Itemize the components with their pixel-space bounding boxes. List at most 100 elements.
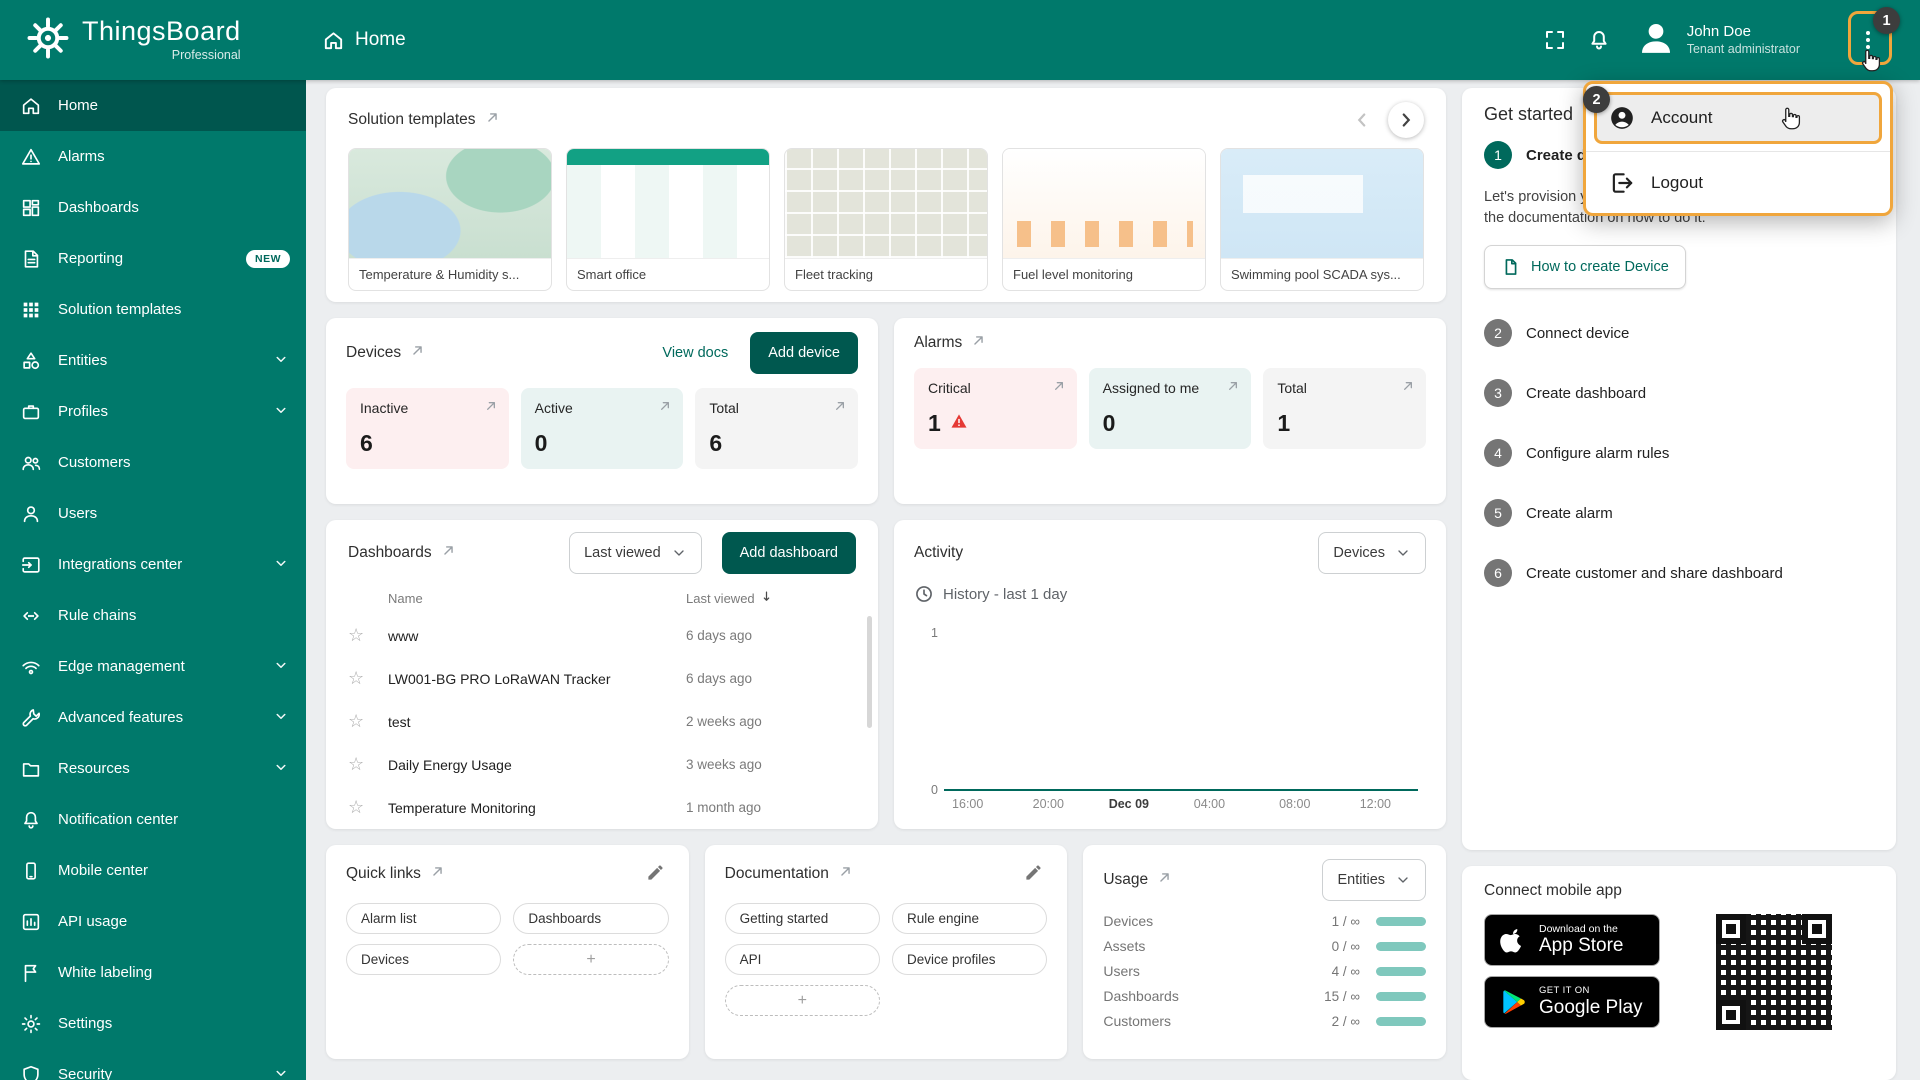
- menu-item-logout[interactable]: Logout: [1586, 159, 1890, 207]
- external-link-icon: [1225, 378, 1241, 399]
- sidebar-item-solution-templates[interactable]: Solution templates: [0, 284, 306, 335]
- external-link-icon[interactable]: [1156, 869, 1173, 891]
- solution-template-card[interactable]: Smart office: [566, 148, 770, 291]
- edit-quick-links-button[interactable]: [642, 859, 669, 889]
- app-store-badge[interactable]: Download on the App Store: [1484, 914, 1660, 966]
- code-icon: [20, 605, 42, 627]
- sidebar-item-alarms[interactable]: Alarms: [0, 131, 306, 182]
- external-link-icon[interactable]: [409, 342, 426, 364]
- column-header-name[interactable]: Name: [388, 591, 686, 606]
- external-link-icon[interactable]: [837, 863, 854, 885]
- sidebar-item-white-labeling[interactable]: White labeling: [0, 947, 306, 998]
- quick-link-alarm-list[interactable]: Alarm list: [346, 903, 501, 934]
- edit-documentation-button[interactable]: [1020, 859, 1047, 889]
- quick-link-dashboards[interactable]: Dashboards: [513, 903, 668, 934]
- column-header-last-viewed[interactable]: Last viewed: [686, 589, 856, 607]
- step-create-customer[interactable]: 6 Create customer and share dashboard: [1484, 543, 1874, 603]
- sidebar-item-reporting[interactable]: Reporting NEW: [0, 233, 306, 284]
- usage-entity-select[interactable]: Entities: [1322, 859, 1426, 901]
- table-row[interactable]: ☆ Daily Energy Usage 3 weeks ago: [348, 743, 856, 786]
- view-docs-button[interactable]: View docs: [648, 335, 742, 371]
- table-row[interactable]: ☆ www 6 days ago: [348, 614, 856, 657]
- sort-select[interactable]: Last viewed: [569, 532, 702, 574]
- step-connect-device[interactable]: 2 Connect device: [1484, 303, 1874, 363]
- chevron-down-icon: [272, 401, 290, 423]
- sidebar-item-home[interactable]: Home: [0, 80, 306, 131]
- new-badge: NEW: [246, 250, 290, 268]
- pencil-icon: [646, 863, 665, 882]
- star-icon[interactable]: ☆: [348, 668, 388, 689]
- external-link-icon[interactable]: [440, 542, 457, 564]
- sidebar-item-profiles[interactable]: Profiles: [0, 386, 306, 437]
- brand-logo[interactable]: ThingsBoard Professional: [0, 16, 306, 65]
- star-icon[interactable]: ☆: [348, 625, 388, 646]
- active-devices-tile[interactable]: Active 0: [521, 388, 684, 469]
- menu-item-account[interactable]: Account: [1594, 92, 1882, 144]
- chevron-down-icon: [671, 545, 687, 561]
- activity-title: Activity: [914, 544, 963, 562]
- sidebar-item-security[interactable]: Security: [0, 1049, 306, 1080]
- usage-row-dashboards: Dashboards 15 / ∞: [1103, 988, 1426, 1004]
- external-link-icon[interactable]: [429, 863, 446, 885]
- solution-template-card[interactable]: Swimming pool SCADA sys...: [1220, 148, 1424, 291]
- add-quick-link-button[interactable]: +: [513, 944, 668, 975]
- doc-link-getting-started[interactable]: Getting started: [725, 903, 880, 934]
- sidebar-item-mobile-center[interactable]: Mobile center: [0, 845, 306, 896]
- star-icon[interactable]: ☆: [348, 797, 388, 818]
- sidebar-item-api-usage[interactable]: API usage: [0, 896, 306, 947]
- sidebar-item-users[interactable]: Users: [0, 488, 306, 539]
- fullscreen-button[interactable]: [1533, 18, 1577, 62]
- notifications-button[interactable]: [1577, 18, 1621, 62]
- table-row[interactable]: ☆ LW001-BG PRO LoRaWAN Tracker 6 days ag…: [348, 657, 856, 700]
- sidebar-item-resources[interactable]: Resources: [0, 743, 306, 794]
- sidebar-item-rule-chains[interactable]: Rule chains: [0, 590, 306, 641]
- add-device-button[interactable]: Add device: [750, 332, 858, 374]
- critical-alarms-tile[interactable]: Critical 1: [914, 368, 1077, 449]
- star-icon[interactable]: ☆: [348, 711, 388, 732]
- user-profile[interactable]: John Doe Tenant administrator: [1635, 17, 1800, 64]
- star-icon[interactable]: ☆: [348, 754, 388, 775]
- sidebar-item-edge-management[interactable]: Edge management: [0, 641, 306, 692]
- how-to-create-device-button[interactable]: How to create Device: [1484, 245, 1686, 289]
- template-thumbnail: [1221, 149, 1423, 259]
- inactive-devices-tile[interactable]: Inactive 6: [346, 388, 509, 469]
- quick-links-title: Quick links: [346, 865, 421, 883]
- add-doc-link-button[interactable]: +: [725, 985, 880, 1016]
- add-dashboard-button[interactable]: Add dashboard: [722, 532, 856, 574]
- thingsboard-gear-icon: [26, 16, 70, 65]
- solution-template-card[interactable]: Fuel level monitoring: [1002, 148, 1206, 291]
- flag-icon: [20, 962, 42, 984]
- external-link-icon[interactable]: [484, 109, 501, 131]
- sidebar-item-integrations-center[interactable]: Integrations center: [0, 539, 306, 590]
- sidebar-item-settings[interactable]: Settings: [0, 998, 306, 1049]
- sidebar-item-notification-center[interactable]: Notification center: [0, 794, 306, 845]
- solution-template-card[interactable]: Temperature & Humidity s...: [348, 148, 552, 291]
- table-row[interactable]: ☆ Temperature Monitoring 1 month ago: [348, 786, 856, 829]
- google-play-badge[interactable]: GET IT ON Google Play: [1484, 976, 1660, 1028]
- sidebar-item-dashboards[interactable]: Dashboards: [0, 182, 306, 233]
- step-create-alarm[interactable]: 5 Create alarm: [1484, 483, 1874, 543]
- quick-link-devices[interactable]: Devices: [346, 944, 501, 975]
- sidebar-item-customers[interactable]: Customers: [0, 437, 306, 488]
- usage-row-users: Users 4 / ∞: [1103, 963, 1426, 979]
- total-devices-tile[interactable]: Total 6: [695, 388, 858, 469]
- bell-icon: [20, 809, 42, 831]
- carousel-prev-button[interactable]: [1344, 102, 1380, 138]
- doc-link-rule-engine[interactable]: Rule engine: [892, 903, 1047, 934]
- entity-type-select[interactable]: Devices: [1318, 532, 1426, 574]
- total-alarms-tile[interactable]: Total 1: [1263, 368, 1426, 449]
- step-configure-alarm-rules[interactable]: 4 Configure alarm rules: [1484, 423, 1874, 483]
- doc-link-api[interactable]: API: [725, 944, 880, 975]
- table-row[interactable]: ☆ test 2 weeks ago: [348, 700, 856, 743]
- step-create-dashboard[interactable]: 3 Create dashboard: [1484, 363, 1874, 423]
- carousel-next-button[interactable]: [1388, 102, 1424, 138]
- solution-template-card[interactable]: Fleet tracking: [784, 148, 988, 291]
- documentation-card: Documentation Getting started Rule engin…: [705, 845, 1068, 1059]
- assigned-alarms-tile[interactable]: Assigned to me 0: [1089, 368, 1252, 449]
- sidebar-item-advanced-features[interactable]: Advanced features: [0, 692, 306, 743]
- scrollbar-thumb[interactable]: [867, 616, 872, 728]
- doc-link-device-profiles[interactable]: Device profiles: [892, 944, 1047, 975]
- people-icon: [20, 452, 42, 474]
- external-link-icon[interactable]: [970, 332, 987, 354]
- sidebar-item-entities[interactable]: Entities: [0, 335, 306, 386]
